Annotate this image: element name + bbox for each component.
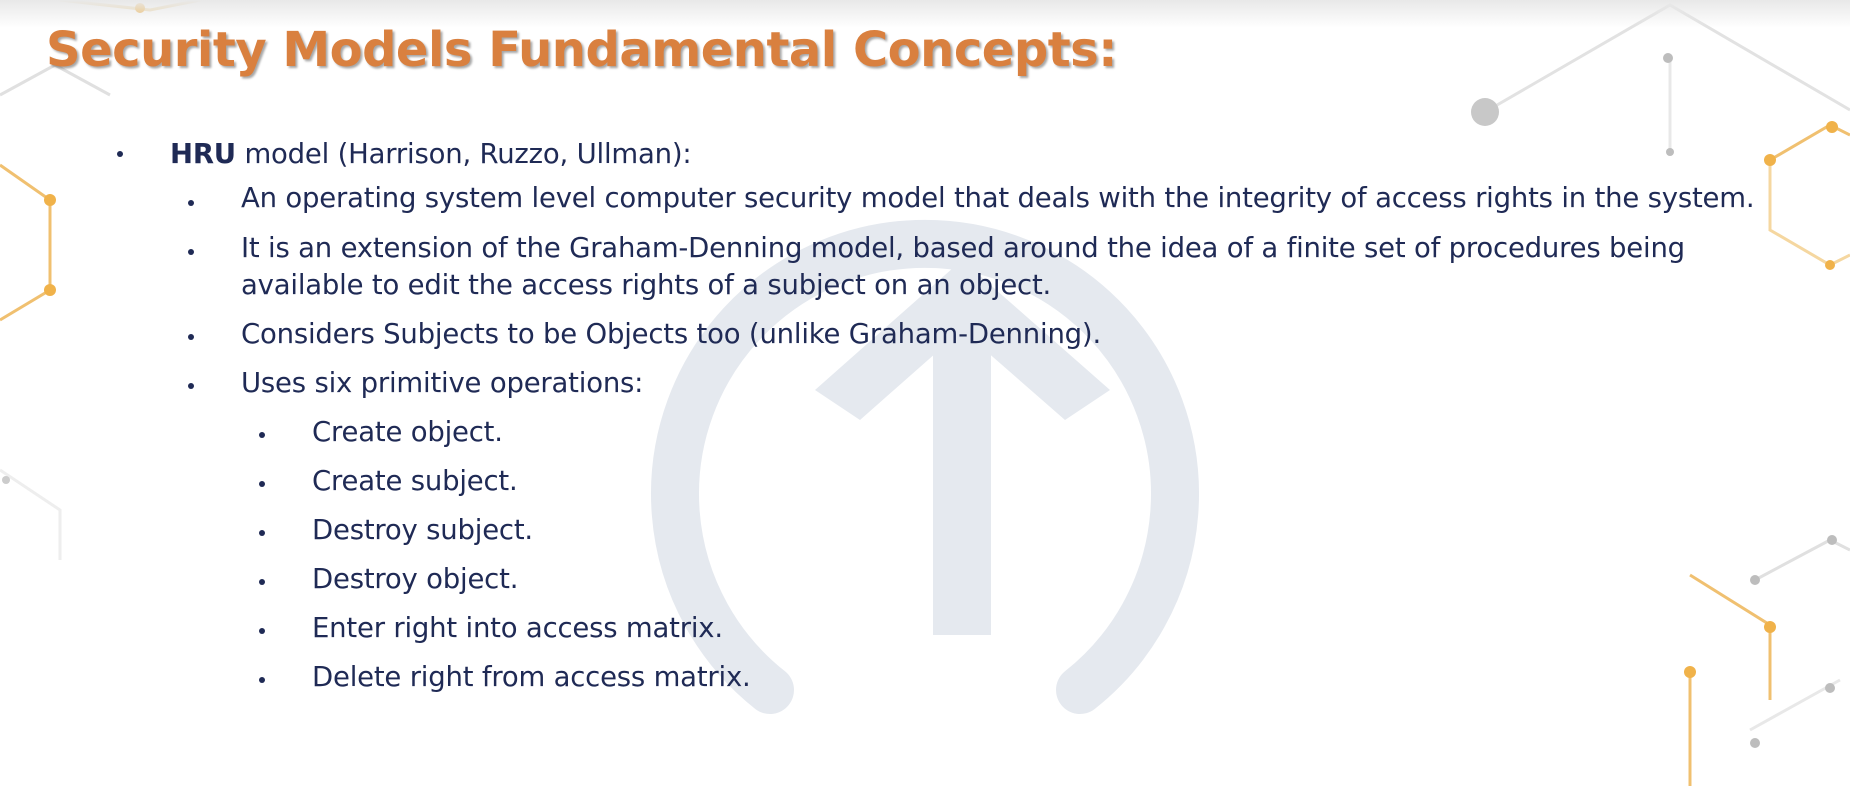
- point-text: Uses six primitive operations:: [241, 367, 644, 399]
- operation-item: Delete right from access matrix.: [312, 661, 751, 693]
- operation-item: Create subject.: [312, 465, 518, 497]
- bullet-icon: [188, 200, 194, 206]
- bullet-icon: [188, 334, 194, 340]
- bullet-list: HRU model (Harrison, Ruzzo, Ullman): An …: [0, 0, 1850, 786]
- bullet-icon: [259, 579, 265, 585]
- point-text: It is an extension of the Graham-Denning…: [241, 232, 1685, 264]
- bullet-icon: [259, 677, 265, 683]
- operation-item: Destroy object.: [312, 563, 519, 595]
- bullet-icon: [259, 628, 265, 634]
- point-text: An operating system level computer secur…: [241, 182, 1755, 214]
- operation-item: Create object.: [312, 416, 503, 448]
- bullet-icon: [259, 530, 265, 536]
- hru-name: HRU: [170, 138, 236, 170]
- bullet-icon: [188, 383, 194, 389]
- operation-item: Destroy subject.: [312, 514, 533, 546]
- bullet-icon: [117, 151, 123, 157]
- hru-heading: HRU model (Harrison, Ruzzo, Ullman):: [170, 136, 692, 173]
- hru-description: model (Harrison, Ruzzo, Ullman):: [235, 138, 692, 170]
- operation-item: Enter right into access matrix.: [312, 612, 723, 644]
- bullet-icon: [188, 249, 194, 255]
- point-text: Considers Subjects to be Objects too (un…: [241, 318, 1101, 350]
- bullet-icon: [259, 432, 265, 438]
- point-text-continued: available to edit the access rights of a…: [241, 269, 1052, 301]
- bullet-icon: [259, 481, 265, 487]
